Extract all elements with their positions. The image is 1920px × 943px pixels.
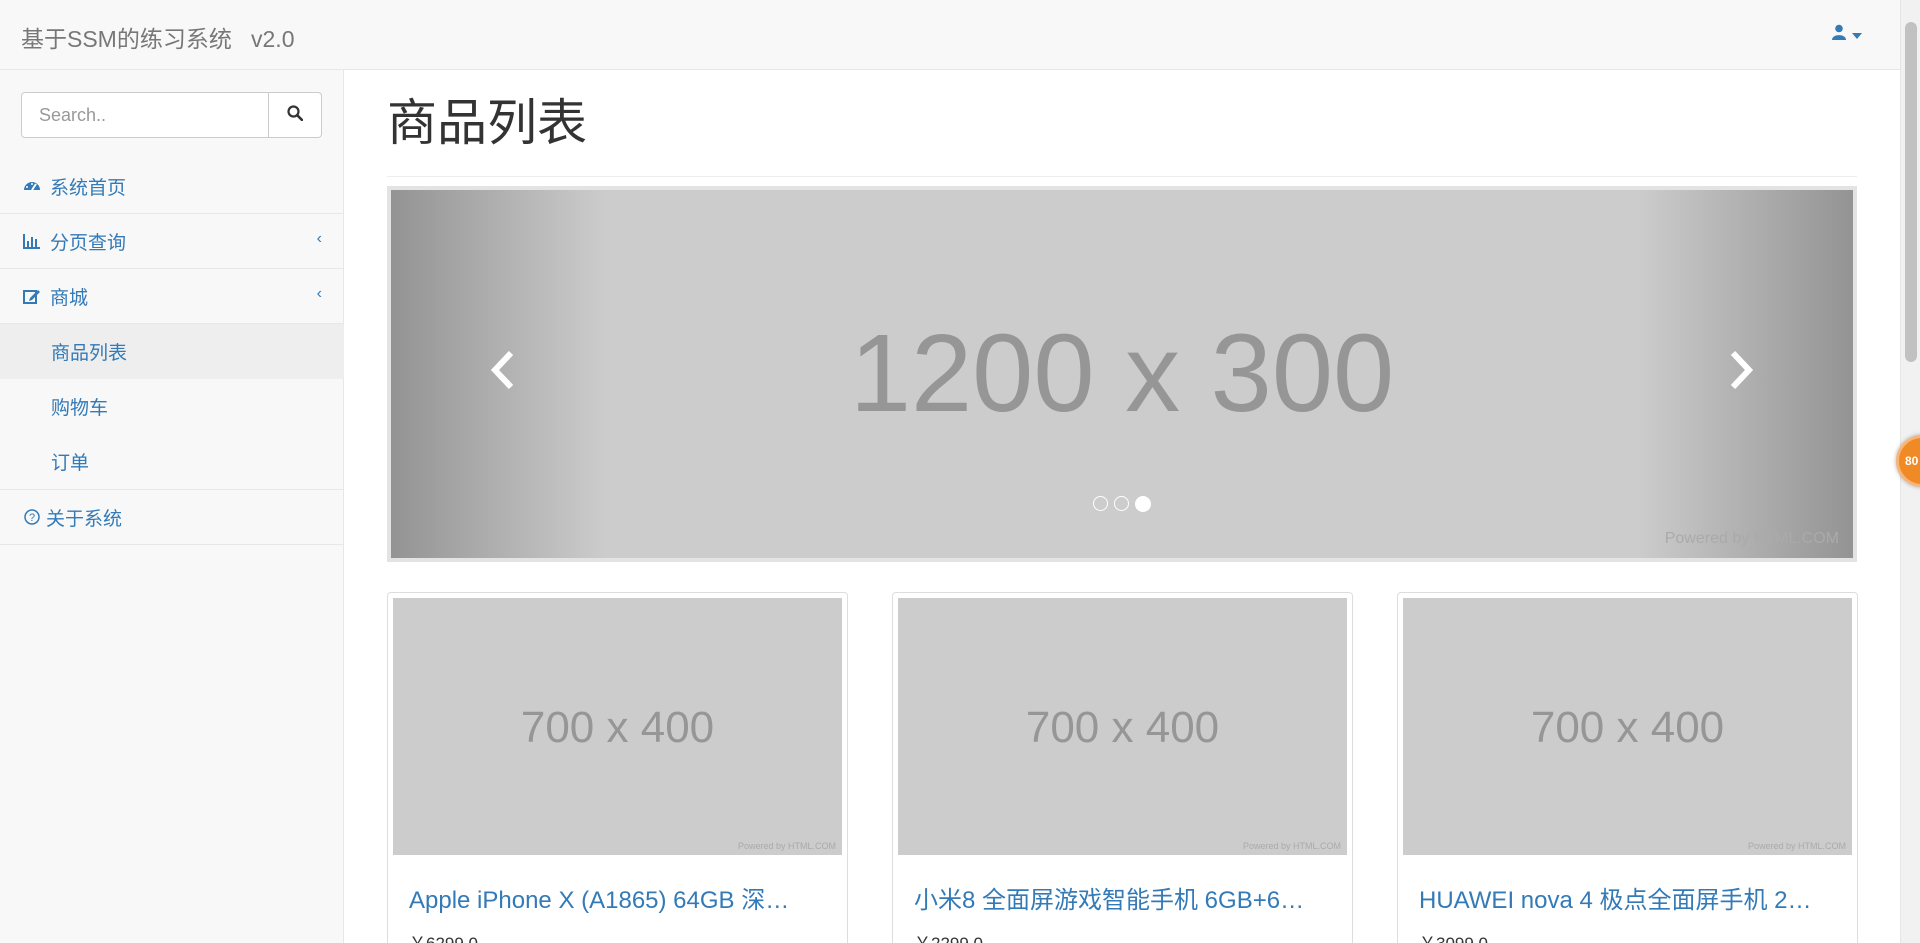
carousel-indicator-active[interactable]: [1135, 496, 1151, 512]
bar-chart-icon: [22, 231, 42, 251]
sidebar: 系统首页 分页查询 ‹ 商城 ‹ 商品列表 购物车 订单 ? 关于系统: [0, 70, 344, 943]
main-content: 商品列表 1200 x 300 Powered by HTML.COM 700 …: [387, 70, 1858, 943]
sidebar-item-orders[interactable]: 订单: [0, 434, 344, 489]
product-image-powered: Powered by HTML.COM: [1747, 841, 1846, 851]
product-caption: Apple iPhone X (A1865) 64GB 深… ￥6299.0: [393, 855, 842, 943]
sidebar-item-about[interactable]: ? 关于系统: [0, 490, 344, 545]
product-image[interactable]: 700 x 400 Powered by HTML.COM: [1403, 598, 1852, 855]
product-image-powered: Powered by HTML.COM: [1242, 841, 1341, 851]
user-icon: [1832, 24, 1846, 45]
product-card: 700 x 400 Powered by HTML.COM Apple iPho…: [387, 592, 848, 943]
carousel-indicator[interactable]: [1114, 496, 1129, 511]
product-price: ￥6299.0: [409, 929, 826, 943]
product-price: ￥2299.0: [914, 929, 1331, 943]
chevron-right-icon[interactable]: [1727, 350, 1755, 401]
product-image-placeholder: 700 x 400: [1530, 703, 1725, 752]
product-name-link[interactable]: Apple iPhone X (A1865) 64GB 深…: [409, 885, 826, 917]
sidebar-item-product-list[interactable]: 商品列表: [0, 324, 344, 379]
sidebar-item-paging-query[interactable]: 分页查询 ‹: [0, 214, 344, 269]
sidebar-item-label: 关于系统: [46, 508, 123, 530]
sidebar-item-label: 商城: [50, 287, 89, 309]
carousel-placeholder-text: 1200 x 300: [849, 312, 1395, 435]
search-icon: [287, 104, 304, 126]
title-divider: [387, 176, 1857, 177]
sidebar-item-label: 分页查询: [50, 232, 127, 254]
sidebar-item-mall[interactable]: 商城 ‹: [0, 269, 344, 324]
product-image-powered: Powered by HTML.COM: [737, 841, 836, 851]
product-image-placeholder: 700 x 400: [1025, 703, 1220, 752]
product-image[interactable]: 700 x 400 Powered by HTML.COM: [898, 598, 1347, 855]
svg-text:?: ?: [29, 512, 35, 524]
product-card: 700 x 400 Powered by HTML.COM 小米8 全面屏游戏智…: [892, 592, 1353, 943]
chevron-left-icon: ‹: [316, 285, 322, 302]
top-navbar: 基于SSM的练习系统 v2.0: [0, 0, 1900, 70]
search-input[interactable]: [21, 92, 269, 138]
product-name-link[interactable]: HUAWEI nova 4 极点全面屏手机 2…: [1419, 885, 1836, 917]
edit-icon: [22, 286, 42, 306]
product-card: 700 x 400 Powered by HTML.COM HUAWEI nov…: [1397, 592, 1858, 943]
chevron-left-icon[interactable]: [489, 350, 517, 401]
carousel-indicators: [391, 496, 1853, 512]
sidebar-menu: 系统首页 分页查询 ‹ 商城 ‹ 商品列表 购物车 订单 ? 关于系统: [0, 159, 344, 545]
question-circle-icon: ?: [22, 507, 42, 527]
sidebar-search: [21, 92, 322, 138]
carousel: 1200 x 300 Powered by HTML.COM: [387, 186, 1857, 562]
caret-down-icon: [1852, 26, 1862, 44]
product-image[interactable]: 700 x 400 Powered by HTML.COM: [393, 598, 842, 855]
sidebar-item-label: 系统首页: [50, 177, 127, 199]
user-menu-dropdown[interactable]: [1832, 24, 1862, 45]
dashboard-icon: [22, 176, 42, 196]
product-caption: HUAWEI nova 4 极点全面屏手机 2… ￥3099.0: [1403, 855, 1852, 943]
sidebar-item-home[interactable]: 系统首页: [0, 159, 344, 214]
page-title: 商品列表: [387, 95, 587, 151]
mall-submenu: 商品列表 购物车 订单: [0, 324, 344, 490]
search-button[interactable]: [269, 92, 322, 138]
chevron-left-icon: ‹: [316, 230, 322, 247]
product-grid: 700 x 400 Powered by HTML.COM Apple iPho…: [387, 592, 1858, 943]
product-image-placeholder: 700 x 400: [520, 703, 715, 752]
sidebar-item-cart[interactable]: 购物车: [0, 379, 344, 434]
product-name-link[interactable]: 小米8 全面屏游戏智能手机 6GB+6…: [914, 885, 1331, 917]
brand-title[interactable]: 基于SSM的练习系统 v2.0: [21, 20, 294, 54]
scrollbar-thumb[interactable]: [1905, 22, 1917, 362]
carousel-powered-text: Powered by HTML.COM: [1664, 530, 1839, 547]
product-price: ￥3099.0: [1419, 929, 1836, 943]
product-caption: 小米8 全面屏游戏智能手机 6GB+6… ￥2299.0: [898, 855, 1347, 943]
carousel-indicator[interactable]: [1093, 496, 1108, 511]
floating-badge-text: 80: [1905, 454, 1919, 468]
